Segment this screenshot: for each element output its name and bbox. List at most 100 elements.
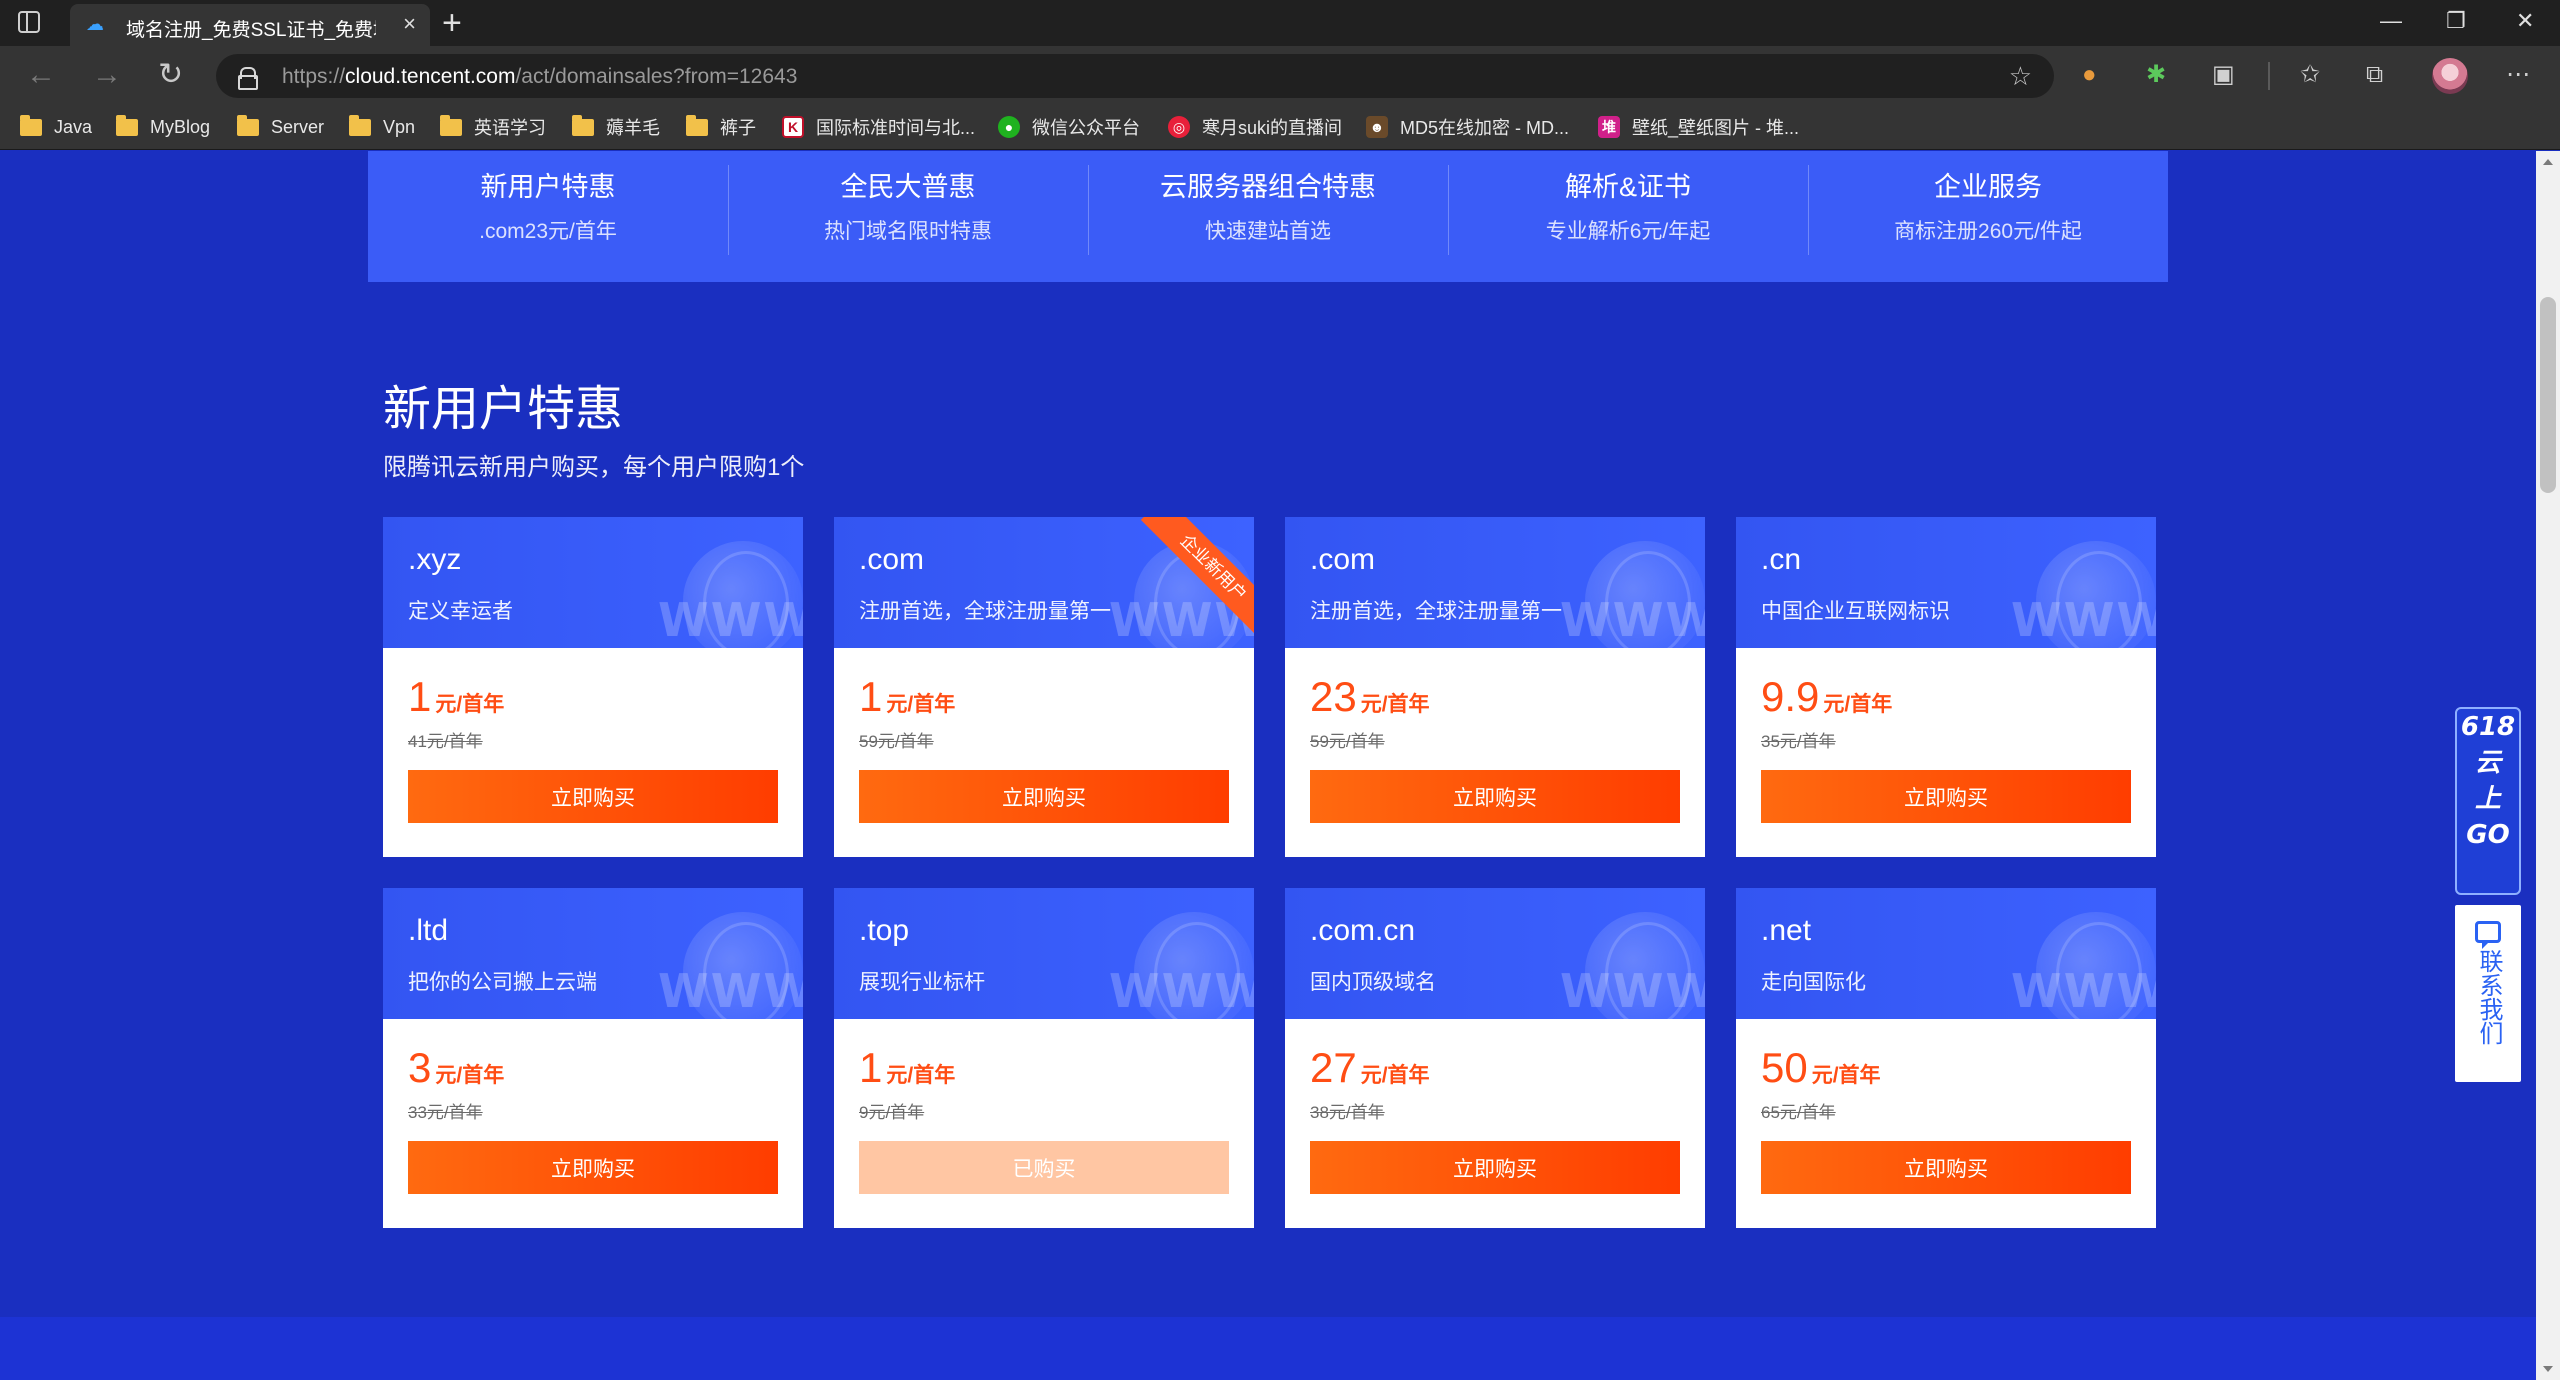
section-subtitle: 限腾讯云新用户购买，每个用户限购1个 bbox=[383, 454, 805, 481]
lock-icon[interactable] bbox=[238, 67, 258, 90]
corner-ribbon: 企业新用户 bbox=[1140, 517, 1254, 637]
mask-extension-icon[interactable]: ▣ bbox=[2212, 60, 2235, 90]
buy-now-button[interactable]: 立即购买 bbox=[408, 1141, 778, 1194]
category-new-user[interactable]: 新用户特惠 .com23元/首年 bbox=[368, 151, 728, 282]
buy-now-button[interactable]: 立即购买 bbox=[859, 770, 1229, 823]
wallpaper-site-icon: 堆 bbox=[1598, 116, 1620, 138]
promo-618-badge[interactable]: 618 云 上 GO bbox=[2455, 707, 2521, 895]
scroll-up-arrow-icon[interactable] bbox=[2543, 159, 2553, 165]
original-price: 65元/首年 bbox=[1761, 1103, 1836, 1122]
category-universal[interactable]: 全民大普惠 热门域名限时特惠 bbox=[728, 151, 1088, 282]
tab-actions-icon[interactable] bbox=[18, 11, 40, 33]
url-text[interactable]: https://cloud.tencent.com/act/domainsale… bbox=[282, 65, 797, 89]
domain-description: 定义幸运者 bbox=[408, 600, 513, 623]
domain-card: WWW .com 注册首选，全球注册量第一 企业新用户 1 元/首年 59元/首年 立即购买 bbox=[834, 517, 1254, 857]
close-window-button[interactable]: ✕ bbox=[2516, 6, 2534, 36]
category-enterprise[interactable]: 企业服务 商标注册260元/件起 bbox=[1808, 151, 2168, 282]
more-menu-icon[interactable]: ⋯ bbox=[2506, 60, 2530, 90]
bookmark-english[interactable]: 英语学习 bbox=[440, 114, 546, 140]
page-scrollbar[interactable] bbox=[2536, 151, 2560, 1380]
bookmark-md5[interactable]: ☻ MD5在线加密 - MD... bbox=[1366, 114, 1569, 140]
scroll-thumb[interactable] bbox=[2540, 297, 2556, 493]
buy-now-button[interactable]: 立即购买 bbox=[1310, 1141, 1680, 1194]
folder-icon bbox=[20, 114, 42, 136]
minimize-button[interactable]: — bbox=[2380, 6, 2402, 36]
bookmark-live[interactable]: ◎ 寒月suki的直播间 bbox=[1168, 114, 1342, 140]
promo-price: 23 元/首年 bbox=[1310, 673, 1430, 720]
buy-now-button[interactable]: 立即购买 bbox=[1761, 770, 2131, 823]
buy-now-button[interactable]: 立即购买 bbox=[408, 770, 778, 823]
www-watermark: WWW bbox=[1560, 593, 1705, 647]
bookmark-vpn[interactable]: Vpn bbox=[349, 114, 415, 140]
promo-price: 1 元/首年 bbox=[859, 673, 956, 720]
domain-name: .com.cn bbox=[1310, 914, 1416, 947]
pinwheel-extension-icon[interactable]: ✱ bbox=[2146, 60, 2166, 90]
back-button[interactable]: ← bbox=[26, 58, 56, 92]
bookmark-java[interactable]: Java bbox=[20, 114, 92, 140]
folder-icon bbox=[440, 114, 462, 136]
bookmark-wechat[interactable]: ● 微信公众平台 bbox=[998, 114, 1140, 140]
card-header: WWW .top 展现行业标杆 bbox=[834, 888, 1254, 1019]
original-price: 38元/首年 bbox=[1310, 1103, 1385, 1122]
card-header: WWW .cn 中国企业互联网标识 bbox=[1736, 517, 2156, 648]
chat-icon bbox=[2475, 921, 2501, 949]
next-section-band bbox=[0, 1317, 2536, 1380]
promo-price: 3 元/首年 bbox=[408, 1044, 505, 1091]
scroll-down-arrow-icon[interactable] bbox=[2543, 1366, 2553, 1372]
bookmark-myblog[interactable]: MyBlog bbox=[116, 114, 210, 140]
reload-button[interactable]: ↻ bbox=[158, 58, 183, 92]
domain-description: 走向国际化 bbox=[1761, 971, 1866, 994]
folder-icon bbox=[686, 114, 708, 136]
original-price: 41元/首年 bbox=[408, 732, 483, 751]
active-tab[interactable]: ☁ 域名注册_免费SSL证书_免费域名 × bbox=[70, 4, 430, 46]
promo-price: 1 元/首年 bbox=[859, 1044, 956, 1091]
category-nav: 新用户特惠 .com23元/首年 全民大普惠 热门域名限时特惠 云服务器组合特惠 快速… bbox=[368, 151, 2168, 282]
domain-card: WWW .net 走向国际化 50 元/首年 65元/首年 立即购买 bbox=[1736, 888, 2156, 1228]
tab-title: 域名注册_免费SSL证书_免费域名 bbox=[126, 20, 376, 41]
domain-card: WWW .com.cn 国内顶级域名 27 元/首年 38元/首年 立即购买 bbox=[1285, 888, 1705, 1228]
category-dns-ssl[interactable]: 解析&证书 专业解析6元/年起 bbox=[1448, 151, 1808, 282]
domain-description: 展现行业标杆 bbox=[859, 971, 985, 994]
md5-site-icon: ☻ bbox=[1366, 116, 1388, 138]
restore-button[interactable]: ❐ bbox=[2446, 6, 2466, 36]
bookmark-wallpaper[interactable]: 堆壁纸_壁纸图片 - 堆... bbox=[1598, 114, 1799, 140]
bookmark-pants[interactable]: 裤子 bbox=[686, 114, 756, 140]
favorites-icon[interactable]: ✩ bbox=[2300, 60, 2320, 90]
buy-now-button[interactable]: 立即购买 bbox=[1761, 1141, 2131, 1194]
category-server-combo[interactable]: 云服务器组合特惠 快速建站首选 bbox=[1088, 151, 1448, 282]
www-watermark: WWW bbox=[1109, 964, 1254, 1018]
domain-card: WWW .cn 中国企业互联网标识 9.9 元/首年 35元/首年 立即购买 bbox=[1736, 517, 2156, 857]
domain-description: 把你的公司搬上云端 bbox=[408, 971, 597, 994]
new-tab-button[interactable]: + bbox=[442, 6, 462, 40]
bookmark-deals[interactable]: 薅羊毛 bbox=[572, 114, 660, 140]
tab-close-icon[interactable]: × bbox=[403, 12, 416, 36]
profile-avatar[interactable] bbox=[2432, 58, 2468, 94]
forward-button[interactable]: → bbox=[92, 58, 122, 92]
bookmarks-bar: Java MyBlog Server Vpn 英语学习 薅羊毛 裤子 K 国际标准… bbox=[0, 106, 2560, 150]
domain-description: 中国企业互联网标识 bbox=[1761, 600, 1950, 623]
domain-name: .xyz bbox=[408, 543, 462, 576]
domain-card: WWW .com 注册首选，全球注册量第一 23 元/首年 59元/首年 立即购买 bbox=[1285, 517, 1705, 857]
add-favorite-icon[interactable]: ☆ bbox=[2009, 61, 2032, 92]
address-bar[interactable]: https://cloud.tencent.com/act/domainsale… bbox=[216, 54, 2054, 98]
toolbar: ← → ↻ https://cloud.tencent.com/act/doma… bbox=[0, 46, 2560, 106]
promo-price: 50 元/首年 bbox=[1761, 1044, 1881, 1091]
folder-icon bbox=[572, 114, 594, 136]
wechat-icon: ● bbox=[998, 116, 1020, 138]
card-header: WWW .ltd 把你的公司搬上云端 bbox=[383, 888, 803, 1019]
domain-card: WWW .top 展现行业标杆 1 元/首年 9元/首年 已购买 bbox=[834, 888, 1254, 1228]
collections-icon[interactable]: ⧉ bbox=[2366, 60, 2383, 90]
www-watermark: WWW bbox=[658, 964, 803, 1018]
domain-name: .net bbox=[1761, 914, 1812, 947]
www-watermark: WWW bbox=[658, 593, 803, 647]
cookie-extension-icon[interactable]: ● bbox=[2082, 60, 2097, 90]
bookmark-server[interactable]: Server bbox=[237, 114, 324, 140]
contact-us-button[interactable]: 联系我们 bbox=[2455, 905, 2521, 1082]
promo-price: 1 元/首年 bbox=[408, 673, 505, 720]
card-header: WWW .com 注册首选，全球注册量第一 企业新用户 bbox=[834, 517, 1254, 648]
purchased-button[interactable]: 已购买 bbox=[859, 1141, 1229, 1194]
toolbar-divider bbox=[2268, 62, 2270, 90]
bookmark-time[interactable]: K 国际标准时间与北... bbox=[782, 114, 975, 140]
buy-now-button[interactable]: 立即购买 bbox=[1310, 770, 1680, 823]
www-watermark: WWW bbox=[1560, 964, 1705, 1018]
